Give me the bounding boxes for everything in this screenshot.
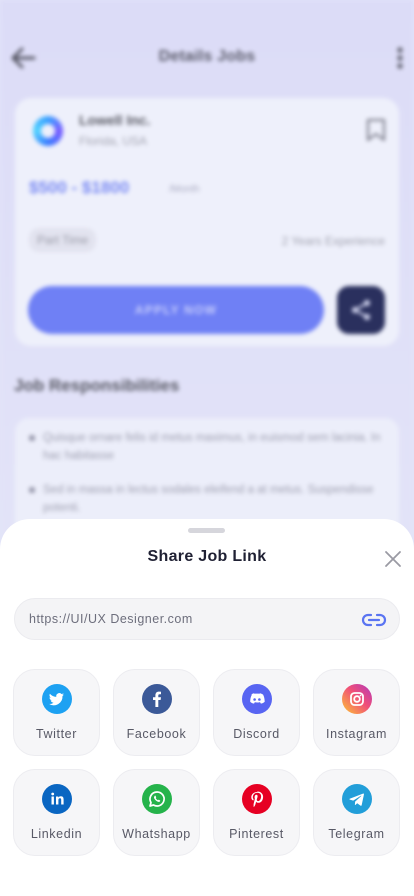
page-title: Details Jobs xyxy=(158,48,256,65)
twitter-icon xyxy=(42,684,72,714)
social-label: Twitter xyxy=(35,727,77,741)
share-bottom-sheet: Share Job Link https://UI/UX Designer.co… xyxy=(0,519,414,896)
social-label: Facebook xyxy=(126,727,187,741)
social-label: Whatshapp xyxy=(122,827,191,841)
share-pinterest[interactable]: Pinterest xyxy=(213,769,300,856)
pinterest-icon xyxy=(242,784,272,814)
whatsapp-icon xyxy=(142,784,172,814)
bullet xyxy=(29,435,35,441)
salary-range: $500 - $1800 xyxy=(29,178,130,197)
social-label: Pinterest xyxy=(229,827,284,841)
top-bar: Details Jobs xyxy=(0,38,414,78)
more-vertical-icon xyxy=(397,47,403,69)
responsibilities-title: Job Responsibilities xyxy=(14,376,180,395)
linkedin-icon xyxy=(42,784,72,814)
job-summary-card: Lowell Inc. Florida, USA $500 - $1800 /M… xyxy=(15,98,399,346)
bullet xyxy=(29,487,35,493)
drag-handle[interactable] xyxy=(188,528,225,533)
share-facebook[interactable]: Facebook xyxy=(113,669,200,756)
job-type-chip: Part Time xyxy=(29,228,97,252)
share-instagram[interactable]: Instagram xyxy=(313,669,400,756)
facebook-icon xyxy=(142,684,172,714)
telegram-icon xyxy=(342,784,372,814)
share-telegram[interactable]: Telegram xyxy=(313,769,400,856)
salary-unit: /Month xyxy=(169,184,200,195)
share-linkedin[interactable]: Linkedin xyxy=(13,769,100,856)
share-icon xyxy=(352,300,370,320)
job-link-text: https://UI/UX Designer.com xyxy=(29,612,193,626)
copy-link-icon[interactable] xyxy=(361,610,387,630)
bookmark-icon xyxy=(367,119,385,141)
share-button xyxy=(337,286,385,334)
apply-now-button: APPLY NOW xyxy=(28,286,324,334)
share-twitter[interactable]: Twitter xyxy=(13,669,100,756)
company-logo xyxy=(33,116,63,146)
social-label: Linkedin xyxy=(30,827,83,841)
discord-icon xyxy=(242,684,272,714)
instagram-icon xyxy=(342,684,372,714)
social-label: Telegram xyxy=(328,827,385,841)
job-link-field[interactable]: https://UI/UX Designer.com xyxy=(14,598,400,640)
social-label: Discord xyxy=(233,727,280,741)
close-icon[interactable] xyxy=(384,550,402,568)
social-label: Instagram xyxy=(326,727,387,741)
responsibility-item: Sed in massa in lectus sodales eleifend … xyxy=(43,484,374,514)
share-discord[interactable]: Discord xyxy=(213,669,300,756)
sheet-title: Share Job Link xyxy=(147,548,267,565)
company-location: Florida, USA xyxy=(79,134,148,148)
company-name: Lowell Inc. xyxy=(79,112,151,128)
experience-text: 2 Years Experience xyxy=(281,234,385,248)
responsibility-item: Quisque ornare felis id metus maximus, i… xyxy=(43,432,381,462)
social-share-grid: Twitter Facebook Discord Instagram Linke… xyxy=(13,669,401,859)
share-whatsapp[interactable]: Whatshapp xyxy=(113,769,200,856)
